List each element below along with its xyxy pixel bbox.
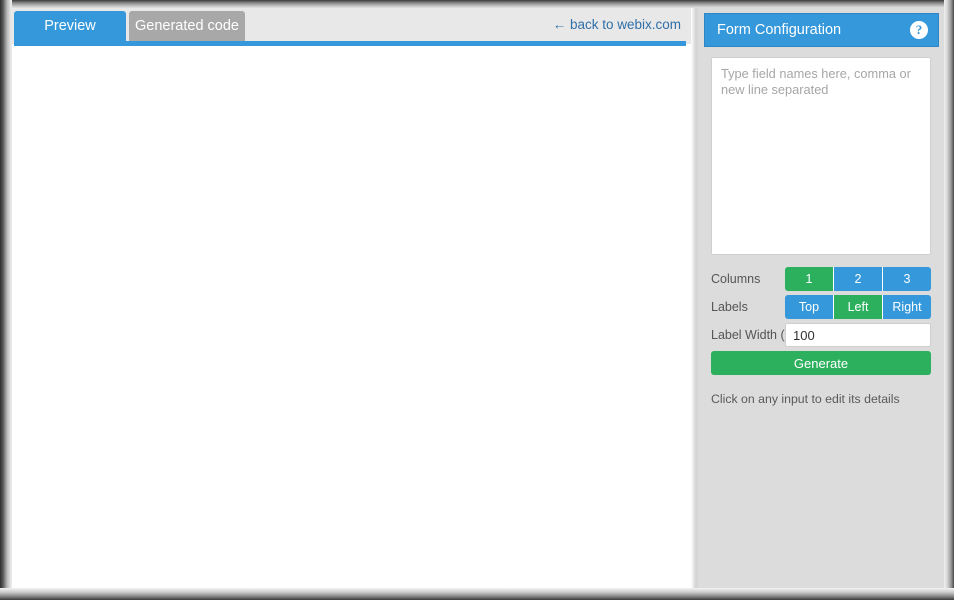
columns-option-1[interactable]: 1 [785,267,834,291]
generate-button[interactable]: Generate [711,351,931,375]
window-border-right [944,0,954,600]
window-border-bottom [0,588,954,600]
labels-label: Labels [711,295,748,319]
columns-option-2[interactable]: 2 [834,267,883,291]
label-width-row: Label Width (px) [711,323,931,347]
labels-option-right[interactable]: Right [883,295,931,319]
columns-option-3[interactable]: 3 [883,267,931,291]
panel-header: Form Configuration ? [704,13,939,47]
labels-option-top[interactable]: Top [785,295,834,319]
columns-label: Columns [711,267,760,291]
app-window: Preview Generated code ← back to webix.c… [0,0,954,600]
panel-title: Form Configuration [717,14,841,46]
field-names-input[interactable] [711,57,931,255]
tab-bar: Preview Generated code ← back to webix.c… [12,8,691,44]
configuration-panel: Form Configuration ? Columns 1 2 3 Label… [699,8,944,588]
pane-divider [691,8,699,588]
back-to-webix-link[interactable]: ← back to webix.com [553,17,681,32]
labels-segmented-control: Top Left Right [785,295,931,319]
app-content: Preview Generated code ← back to webix.c… [12,8,944,588]
labels-row: Labels Top Left Right [711,295,931,319]
tab-preview[interactable]: Preview [14,11,126,41]
labels-option-left[interactable]: Left [834,295,883,319]
edit-hint-text: Click on any input to edit its details [711,391,936,407]
tab-generated-code[interactable]: Generated code [129,11,245,41]
columns-segmented-control: 1 2 3 [785,267,931,291]
preview-pane: Preview Generated code ← back to webix.c… [12,8,691,588]
form-preview-area[interactable] [12,46,691,588]
window-border-left [0,0,12,600]
label-width-input[interactable] [785,323,931,347]
help-circle-icon[interactable]: ? [910,21,928,39]
columns-row: Columns 1 2 3 [711,267,931,291]
